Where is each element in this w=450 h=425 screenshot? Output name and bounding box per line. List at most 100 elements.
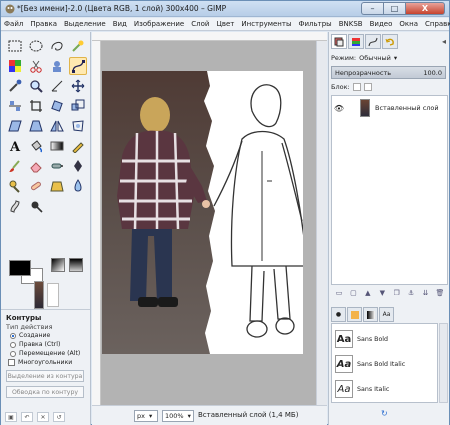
layer-row[interactable]: 👁 Вставленный слой <box>332 97 447 119</box>
menu-video[interactable]: Видео <box>370 20 393 28</box>
smudge-tool-icon[interactable] <box>6 197 24 215</box>
cage-tool-icon[interactable] <box>69 117 87 135</box>
tab-paths[interactable] <box>365 34 381 49</box>
duplicate-layer-icon[interactable]: ❐ <box>392 288 402 298</box>
stroke-path-button[interactable]: Обводка по контуру <box>6 386 84 398</box>
title-bar[interactable]: *[Без имени]-2.0 (Цвета RGB, 1 слой) 300… <box>1 1 449 17</box>
lasso-tool-icon[interactable] <box>48 37 66 55</box>
close-button[interactable]: X <box>405 2 445 15</box>
eye-icon[interactable]: 👁 <box>332 104 346 113</box>
font-row[interactable]: Aa Sans Bold <box>332 327 437 351</box>
blur-tool-icon[interactable] <box>69 177 87 195</box>
new-group-icon[interactable]: ▢ <box>348 288 358 298</box>
rect-select-tool-icon[interactable] <box>6 37 24 55</box>
horizontal-ruler[interactable] <box>92 32 327 41</box>
mode-move-radio[interactable]: Перемещение (Alt) <box>10 350 80 357</box>
maximize-button[interactable]: □ <box>383 2 405 15</box>
perspective-clone-tool-icon[interactable] <box>48 177 66 195</box>
canvas-image[interactable] <box>102 71 303 354</box>
menu-color[interactable]: Цвет <box>216 20 234 28</box>
refresh-fonts-icon[interactable]: ↻ <box>381 409 388 418</box>
fuzzy-select-tool-icon[interactable] <box>69 37 87 55</box>
perspective-tool-icon[interactable] <box>27 117 45 135</box>
menu-windows[interactable]: Окна <box>399 20 418 28</box>
vertical-ruler[interactable] <box>92 41 101 405</box>
tab-fonts[interactable]: Aa <box>379 307 394 322</box>
opacity-slider[interactable]: Непрозрачность 100.0 <box>331 66 446 79</box>
crop-tool-icon[interactable] <box>27 97 45 115</box>
menu-layer[interactable]: Слой <box>191 20 209 28</box>
blend-tool-icon[interactable] <box>48 137 66 155</box>
mode-design-radio[interactable]: Создание <box>10 332 50 339</box>
bucket-fill-tool-icon[interactable] <box>27 137 45 155</box>
clone-tool-icon[interactable] <box>6 177 24 195</box>
selection-from-path-button[interactable]: Выделение из контура <box>6 370 84 382</box>
raise-layer-icon[interactable]: ▲ <box>363 288 373 298</box>
font-row[interactable]: Aa Sans Bold Italic <box>332 352 437 376</box>
tab-brushes[interactable]: ● <box>331 307 346 322</box>
menu-select[interactable]: Выделение <box>64 20 106 28</box>
ink-tool-icon[interactable] <box>69 157 87 175</box>
paths-tool-icon[interactable] <box>69 57 87 75</box>
font-row[interactable]: Aa Sans Italic <box>332 377 437 401</box>
color-select-tool-icon[interactable] <box>6 57 24 75</box>
lower-layer-icon[interactable]: ▼ <box>377 288 387 298</box>
rotate-tool-icon[interactable] <box>48 97 66 115</box>
tab-channels[interactable] <box>348 34 364 49</box>
restore-options-icon[interactable]: ↶ <box>21 412 33 422</box>
ellipse-select-tool-icon[interactable] <box>27 37 45 55</box>
shear-tool-icon[interactable] <box>6 117 24 135</box>
paintbrush-tool-icon[interactable] <box>6 157 24 175</box>
pattern-preview-icon[interactable] <box>47 283 59 307</box>
merge-layer-icon[interactable]: ⇊ <box>421 288 431 298</box>
anchor-layer-icon[interactable]: ⚓ <box>406 288 416 298</box>
fonts-scrollbar[interactable] <box>439 323 448 403</box>
menu-view[interactable]: Вид <box>113 20 127 28</box>
scale-tool-icon[interactable] <box>69 97 87 115</box>
lock-pixels-checkbox[interactable] <box>352 83 361 91</box>
measure-tool-icon[interactable] <box>48 77 66 95</box>
zoom-tool-icon[interactable] <box>27 77 45 95</box>
minimize-button[interactable]: – <box>361 2 383 15</box>
tab-layers[interactable] <box>331 34 347 49</box>
foreground-select-tool-icon[interactable] <box>48 57 66 75</box>
new-layer-icon[interactable]: ▭ <box>334 288 344 298</box>
menu-tools[interactable]: Инструменты <box>241 20 291 28</box>
menu-filters[interactable]: Фильтры <box>298 20 331 28</box>
zoom-select[interactable]: 100% ▾ <box>162 410 194 422</box>
brush-preview-icon[interactable] <box>51 258 65 272</box>
unit-select[interactable]: px ▾ <box>134 410 158 422</box>
reset-options-icon[interactable]: ↺ <box>53 412 65 422</box>
dock-menu-icon[interactable]: ◂ <box>442 37 446 46</box>
menu-file[interactable]: Файл <box>4 20 23 28</box>
menu-image[interactable]: Изображение <box>134 20 184 28</box>
eraser-tool-icon[interactable] <box>27 157 45 175</box>
image-thumbnail[interactable] <box>34 281 44 309</box>
heal-tool-icon[interactable] <box>27 177 45 195</box>
lock-alpha-checkbox[interactable] <box>363 83 372 91</box>
scissors-tool-icon[interactable] <box>27 57 45 75</box>
delete-layer-icon[interactable]: 🗑 <box>435 288 445 298</box>
menu-bnksb[interactable]: BNKSB <box>339 20 363 28</box>
mode-edit-radio[interactable]: Правка (Ctrl) <box>10 341 60 348</box>
tab-patterns[interactable] <box>347 307 362 322</box>
airbrush-tool-icon[interactable] <box>48 157 66 175</box>
delete-options-icon[interactable]: ✕ <box>37 412 49 422</box>
save-options-icon[interactable]: ▣ <box>5 412 17 422</box>
menu-edit[interactable]: Правка <box>30 20 57 28</box>
gradient-preview-icon[interactable] <box>69 258 83 272</box>
color-picker-tool-icon[interactable] <box>6 77 24 95</box>
move-tool-icon[interactable] <box>69 77 87 95</box>
dodge-burn-tool-icon[interactable] <box>27 197 45 215</box>
flip-tool-icon[interactable] <box>48 117 66 135</box>
polygonal-checkbox[interactable]: Многоугольники <box>8 359 72 366</box>
tab-gradients[interactable] <box>363 307 378 322</box>
vertical-scrollbar[interactable] <box>316 41 327 405</box>
text-tool-icon[interactable]: A <box>6 137 24 155</box>
tab-undo-history[interactable] <box>382 34 398 49</box>
pencil-tool-icon[interactable] <box>69 137 87 155</box>
menu-help[interactable]: Справка <box>425 20 450 28</box>
foreground-color-swatch[interactable] <box>9 260 31 276</box>
align-tool-icon[interactable] <box>6 97 24 115</box>
mode-select[interactable]: Обычный <box>359 54 391 62</box>
